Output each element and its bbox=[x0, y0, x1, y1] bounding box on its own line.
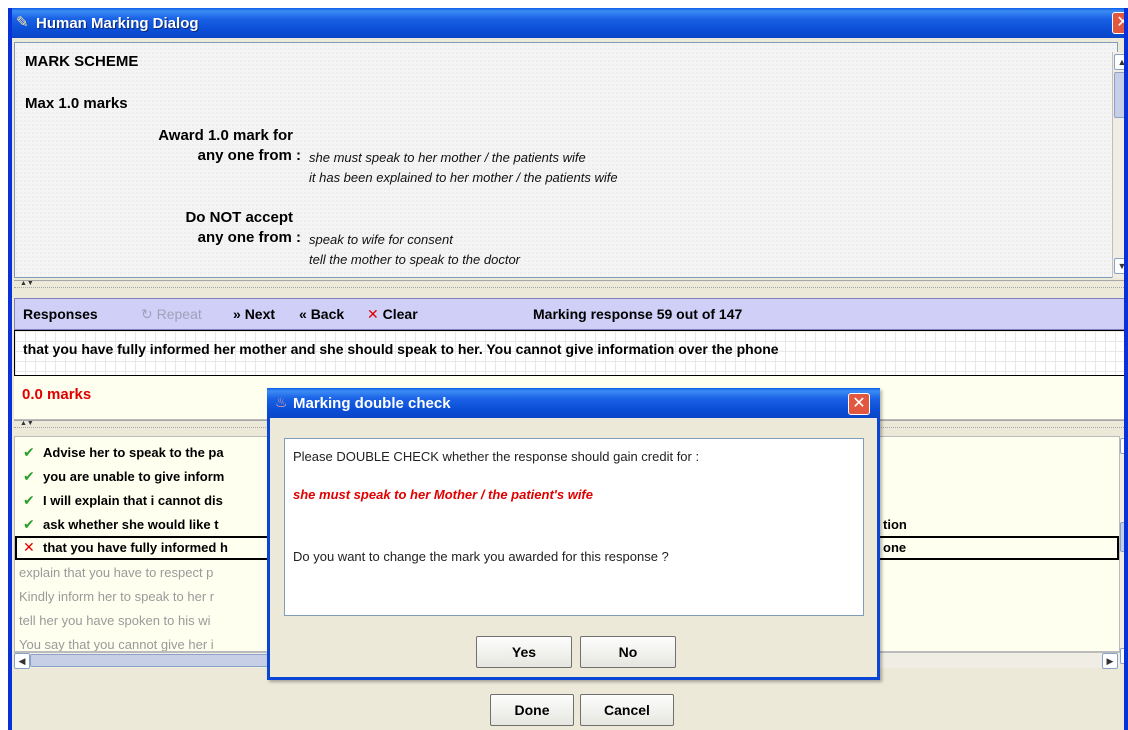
window-title: Human Marking Dialog bbox=[36, 15, 199, 32]
marking-status: Marking response 59 out of 147 bbox=[533, 306, 743, 322]
award-item: she must speak to her mother / the patie… bbox=[309, 150, 586, 165]
list-item-text: tell her you have spoken to his wi bbox=[19, 613, 211, 628]
clear-icon: ✕ bbox=[367, 306, 383, 322]
double-check-dialog: ♨ Marking double check ✕ Please DOUBLE C… bbox=[267, 388, 880, 680]
dialog-title: Marking double check bbox=[293, 395, 451, 412]
cancel-button[interactable]: Cancel bbox=[580, 694, 674, 726]
yes-button[interactable]: Yes bbox=[476, 636, 572, 668]
reject-item: speak to wife for consent bbox=[309, 232, 453, 247]
repeat-label: Repeat bbox=[156, 306, 202, 322]
scroll-up-icon[interactable]: ▲ bbox=[1114, 54, 1124, 70]
mark-scheme-heading: MARK SCHEME bbox=[25, 53, 139, 70]
dialog-credit-text: she must speak to her Mother / the patie… bbox=[293, 487, 593, 502]
scroll-down-icon[interactable]: ▼ bbox=[1120, 648, 1124, 664]
app-icon: ✎ bbox=[16, 14, 29, 31]
list-item-text: Kindly inform her to speak to her r bbox=[19, 589, 215, 604]
java-icon: ♨ bbox=[275, 394, 288, 410]
reject-any-label: any one from : bbox=[197, 229, 301, 246]
next-label: Next bbox=[244, 306, 276, 322]
splitter-top[interactable]: ▲▼ bbox=[14, 280, 1124, 288]
back-label: Back bbox=[310, 306, 345, 322]
reject-item: tell the mother to speak to the doctor bbox=[309, 252, 521, 267]
no-button[interactable]: No bbox=[580, 636, 676, 668]
max-marks: Max 1.0 marks bbox=[25, 95, 128, 112]
mark-scheme-panel: MARK SCHEME Max 1.0 marks Award 1.0 mark… bbox=[14, 42, 1118, 278]
dialog-message-box: Please DOUBLE CHECK whether the response… bbox=[284, 438, 864, 616]
award-label: Award 1.0 mark for bbox=[158, 127, 293, 144]
scroll-thumb[interactable] bbox=[1114, 72, 1124, 118]
dialog-question: Do you want to change the mark you award… bbox=[293, 549, 669, 564]
next-icon: » bbox=[233, 306, 245, 322]
cross-icon: ✕ bbox=[23, 539, 35, 555]
back-icon: « bbox=[299, 306, 311, 322]
list-item-text: ask whether she would like t bbox=[43, 517, 219, 532]
dialog-prompt: Please DOUBLE CHECK whether the response… bbox=[293, 449, 700, 464]
list-item-text: explain that you have to respect p bbox=[19, 565, 214, 580]
scroll-right-icon[interactable]: ▶ bbox=[1102, 653, 1118, 669]
list-item-text-tail: one bbox=[883, 540, 907, 555]
award-any-label: any one from : bbox=[197, 147, 301, 164]
done-button[interactable]: Done bbox=[490, 694, 574, 726]
scroll-down-icon[interactable]: ▼ bbox=[1114, 258, 1124, 274]
responses-toolbar: Responses ↻ Repeat » Next « Back ✕ Clear… bbox=[14, 298, 1124, 330]
list-item-text: You say that you cannot give her i bbox=[19, 637, 214, 652]
clear-button[interactable]: ✕ Clear bbox=[367, 306, 418, 323]
check-icon: ✔ bbox=[23, 468, 35, 484]
response-text-area: that you have fully informed her mother … bbox=[14, 330, 1124, 376]
clear-label: Clear bbox=[382, 306, 418, 322]
repeat-button[interactable]: ↻ Repeat bbox=[141, 306, 202, 323]
title-bar[interactable]: ✎ Human Marking Dialog ✕ bbox=[12, 8, 1124, 38]
dialog-title-bar[interactable]: ♨ Marking double check ✕ bbox=[267, 388, 880, 418]
scroll-up-icon[interactable]: ▲ bbox=[1120, 438, 1124, 454]
list-item-text-tail: tion bbox=[883, 517, 907, 532]
responses-label: Responses bbox=[23, 306, 98, 322]
repeat-icon: ↻ bbox=[141, 306, 157, 322]
next-button[interactable]: » Next bbox=[233, 306, 275, 322]
mark-scheme-scrollbar[interactable]: ▲ ▼ bbox=[1112, 52, 1124, 278]
list-item-text: that you have fully informed h bbox=[43, 540, 228, 555]
check-icon: ✔ bbox=[23, 516, 35, 532]
scroll-left-icon[interactable]: ◀ bbox=[14, 653, 30, 669]
close-window-button[interactable]: ✕ bbox=[1112, 12, 1124, 34]
list-vertical-scrollbar[interactable]: ▲ ▼ bbox=[1120, 436, 1124, 664]
dialog-close-button[interactable]: ✕ bbox=[848, 393, 870, 415]
check-icon: ✔ bbox=[23, 444, 35, 460]
list-item-text: I will explain that i cannot dis bbox=[43, 493, 223, 508]
list-item-text: you are unable to give inform bbox=[43, 469, 225, 484]
awarded-marks: 0.0 marks bbox=[22, 386, 92, 403]
current-response-text: that you have fully informed her mother … bbox=[23, 341, 779, 357]
check-icon: ✔ bbox=[23, 492, 35, 508]
award-item: it has been explained to her mother / th… bbox=[309, 170, 618, 185]
scroll-thumb[interactable] bbox=[1120, 522, 1124, 552]
list-item-text: Advise her to speak to the pa bbox=[43, 445, 224, 460]
back-button[interactable]: « Back bbox=[299, 306, 344, 322]
reject-label: Do NOT accept bbox=[185, 209, 293, 226]
